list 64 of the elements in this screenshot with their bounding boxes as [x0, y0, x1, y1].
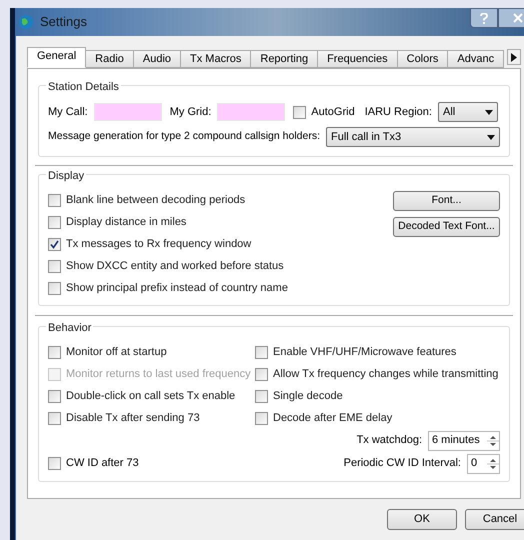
- checkbox[interactable]: [255, 368, 268, 380]
- dialog-button[interactable]: OK: [387, 509, 457, 530]
- tab[interactable]: Colors: [396, 50, 448, 68]
- checkbox-label: Monitor returns to last used frequency: [66, 366, 251, 382]
- help-icon: [480, 12, 488, 24]
- window-title: Settings: [40, 13, 87, 32]
- dropdown[interactable]: Full call in Tx3: [326, 127, 500, 147]
- checkbox[interactable]: [255, 390, 268, 402]
- field-label: IARU Region:: [364, 104, 432, 120]
- font-button[interactable]: Font...: [393, 191, 500, 211]
- checkbox-label: Disable Tx after sending 73: [66, 410, 200, 426]
- checkbox[interactable]: [48, 194, 61, 206]
- checkbox[interactable]: [48, 282, 61, 294]
- checkbox-label: CW ID after 73: [66, 456, 139, 472]
- checkbox[interactable]: [293, 106, 306, 118]
- tab[interactable]: Reporting: [250, 50, 318, 68]
- checkbox-label: Display distance in miles: [66, 214, 186, 230]
- checkbox-label: Single decode: [273, 388, 343, 404]
- caret-icon: [484, 110, 493, 114]
- checkbox[interactable]: [48, 390, 61, 402]
- tab[interactable]: Audio: [132, 50, 182, 68]
- checkmark-icon: [50, 240, 59, 248]
- close-icon: [513, 13, 523, 23]
- field-label: Tx watchdog:: [356, 433, 422, 448]
- tab-scroll-button[interactable]: [507, 49, 521, 65]
- checkbox[interactable]: [48, 457, 61, 470]
- dropdown[interactable]: All: [438, 102, 498, 122]
- checkbox-label: Show principal prefix instead of country name: [66, 280, 288, 296]
- app-globe-icon: [18, 14, 34, 30]
- tab[interactable]: General: [27, 47, 86, 68]
- tab[interactable]: Advanc: [447, 50, 504, 68]
- checkbox-label: Decode after EME delay: [273, 410, 392, 426]
- checkbox[interactable]: [255, 412, 268, 424]
- checkbox-label: Tx messages to Rx frequency window: [66, 236, 252, 252]
- right-arrow-icon: [511, 52, 517, 62]
- spin-box[interactable]: 0: [467, 454, 500, 474]
- field-label: My Call:: [48, 104, 88, 120]
- spin-box[interactable]: 6 minutes: [428, 430, 500, 450]
- tab[interactable]: Radio: [85, 50, 134, 68]
- checkbox[interactable]: [48, 412, 61, 424]
- font-button[interactable]: Decoded Text Font...: [393, 217, 500, 237]
- input-field[interactable]: [94, 103, 162, 121]
- checkbox-label: Allow Tx frequency changes while transmitting: [273, 366, 498, 382]
- checkbox[interactable]: [48, 238, 61, 250]
- field-label: My Grid:: [170, 104, 212, 120]
- checkbox-label: Show DXCC entity and worked before status: [66, 258, 284, 274]
- input-field[interactable]: [217, 103, 286, 121]
- checkbox[interactable]: [48, 346, 61, 358]
- group-title: Display: [46, 168, 86, 184]
- tab[interactable]: Frequencies: [317, 50, 398, 68]
- checkbox-label: Enable VHF/UHF/Microwave features: [273, 344, 456, 360]
- tab[interactable]: Tx Macros: [180, 50, 252, 68]
- checkbox[interactable]: [48, 260, 61, 272]
- checkbox-label: Double-click on call sets Tx enable: [66, 388, 236, 404]
- checkbox[interactable]: [255, 346, 268, 358]
- checkbox-label: Monitor off at startup: [66, 344, 167, 360]
- field-label: Periodic CW ID Interval:: [344, 456, 461, 472]
- checkbox[interactable]: [48, 216, 61, 228]
- checkbox-label: Blank line between decoding periods: [66, 192, 246, 208]
- checkbox-label: AutoGrid: [311, 104, 355, 120]
- field-label: Message generation for type 2 compound callsign holders:: [48, 129, 320, 144]
- help-button[interactable]: [470, 8, 498, 28]
- caret-icon: [487, 134, 495, 140]
- dialog-button[interactable]: Cancel: [465, 509, 524, 530]
